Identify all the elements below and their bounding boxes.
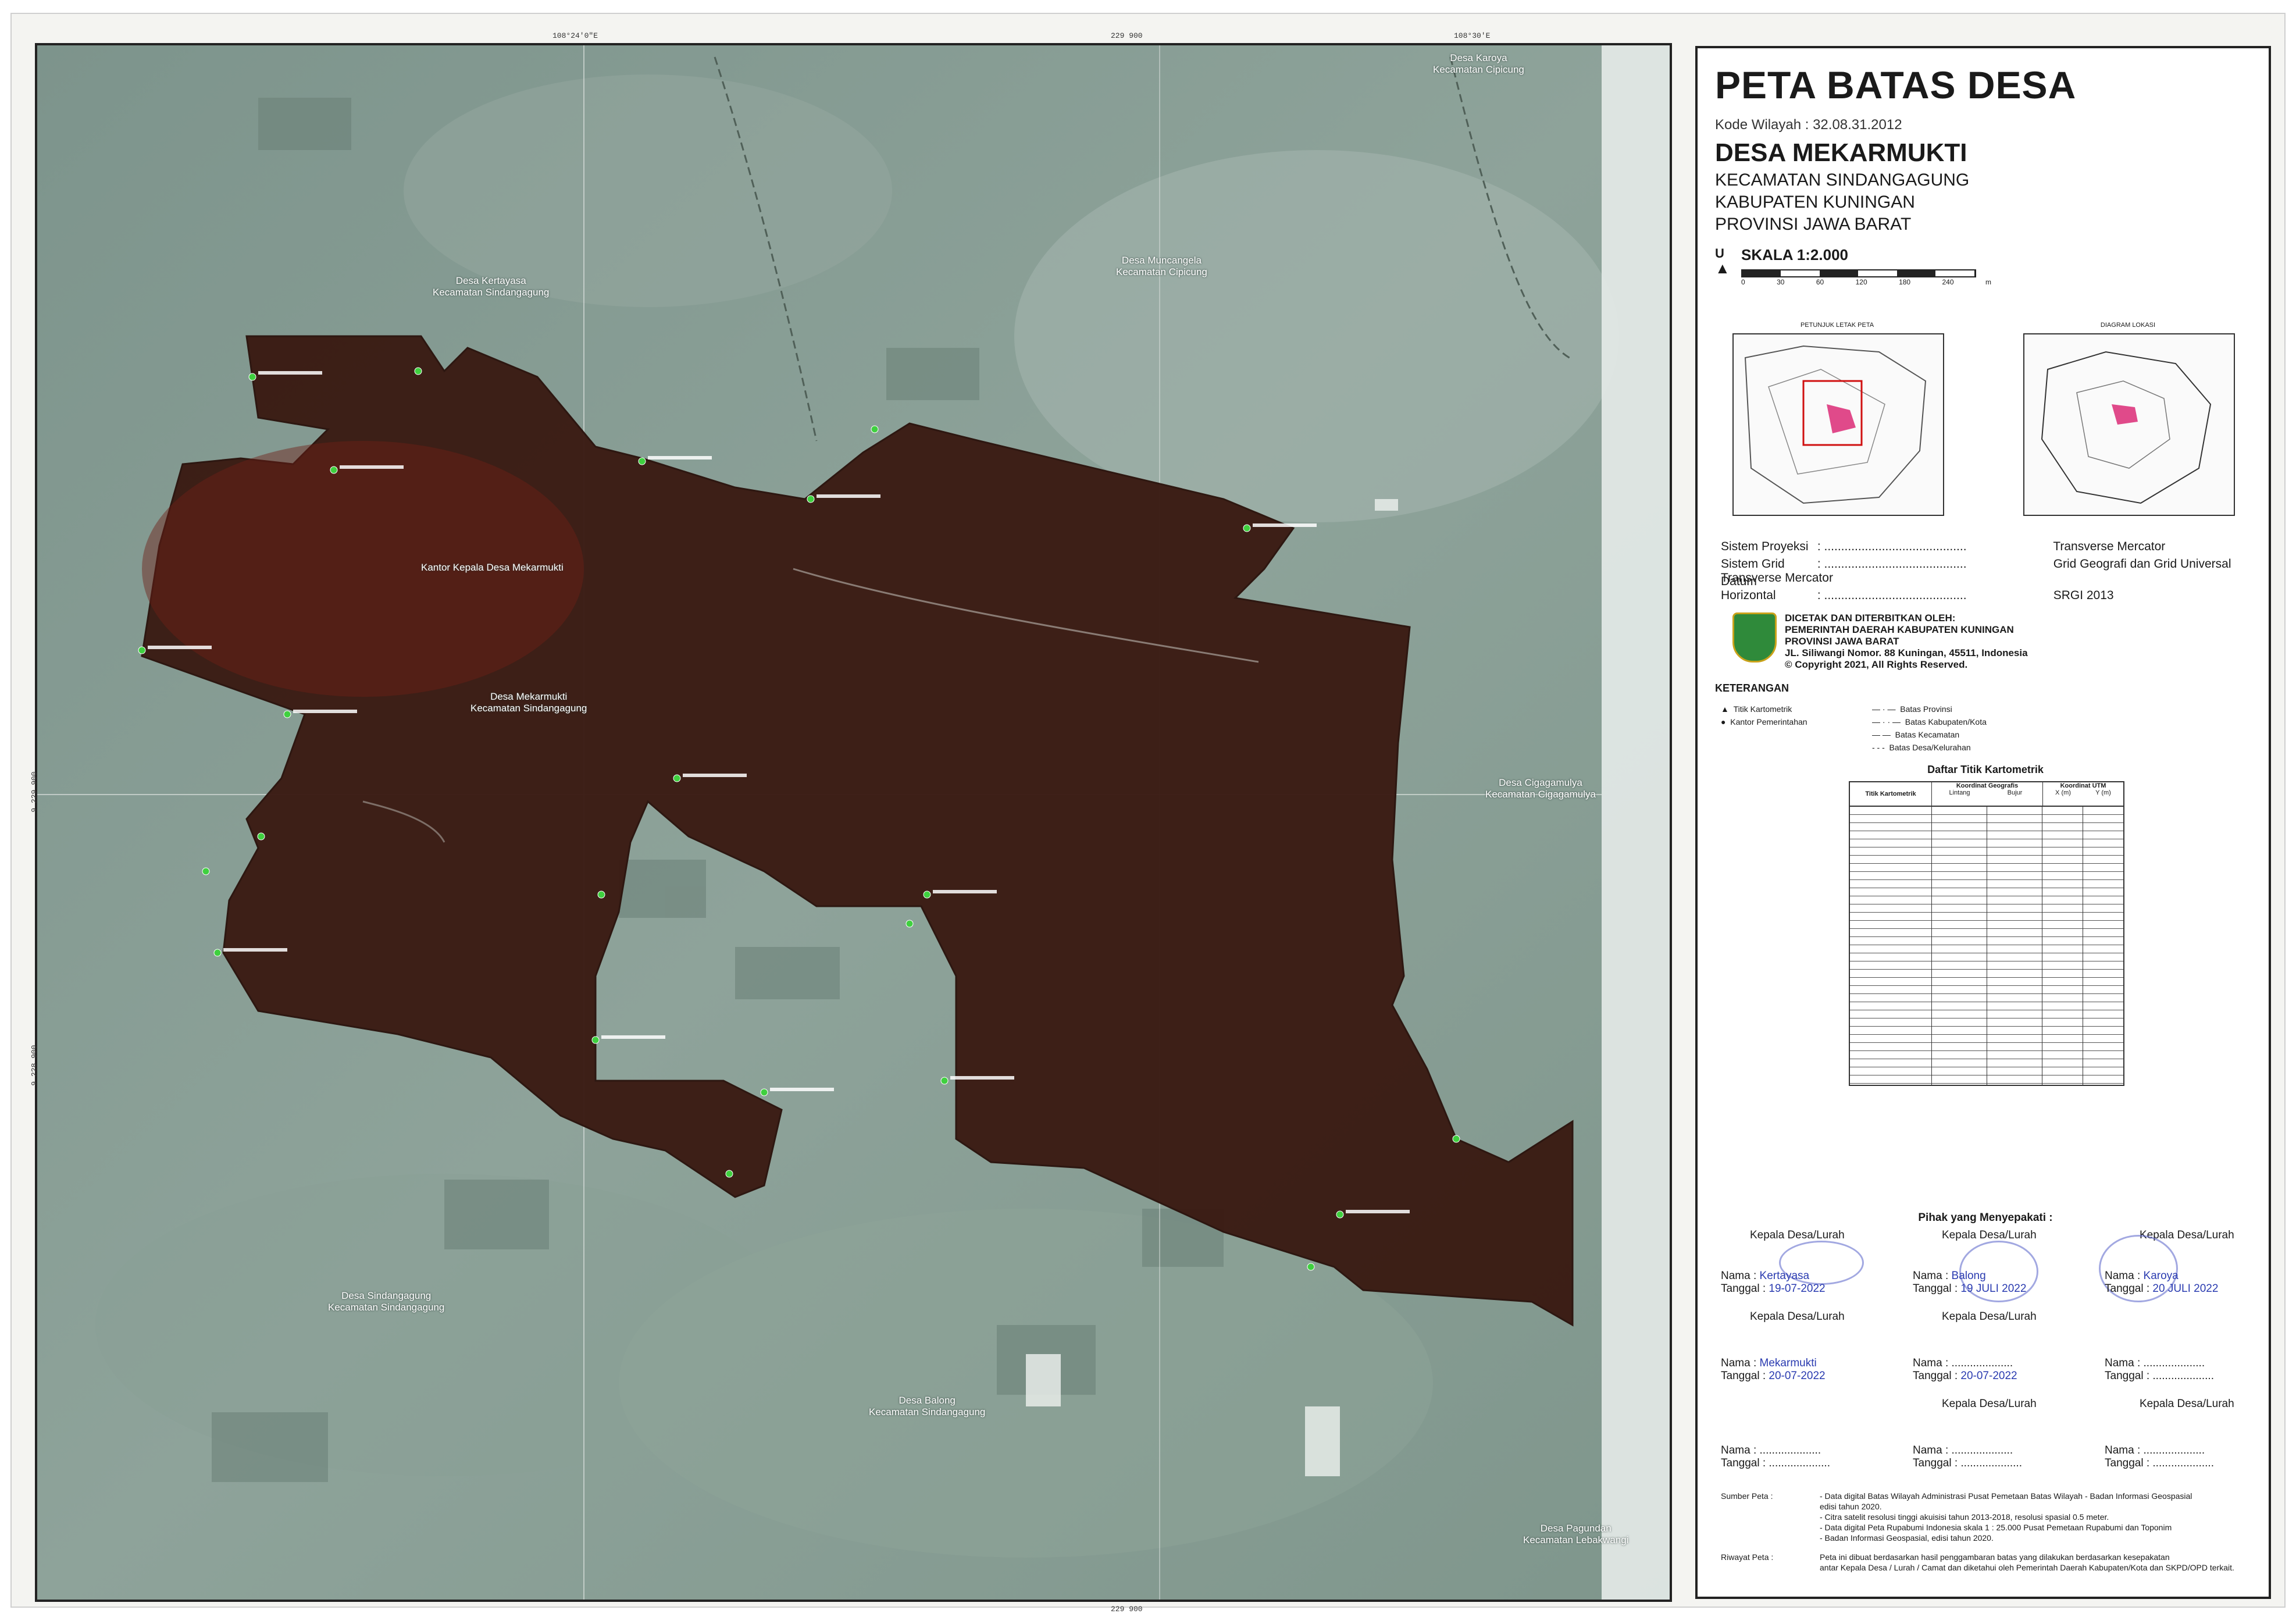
sign-role: Kepala Desa/Lurah (1750, 1229, 1845, 1241)
signatories-title: Pihak yang Menyepakati : (1918, 1212, 2053, 1224)
place-label: Desa Sindangagung Kecamatan Sindangagung (328, 1290, 445, 1313)
table-title: Daftar Titik Kartometrik (1927, 764, 2044, 775)
satellite-map (37, 45, 1670, 1600)
map-sheet: Desa Karoya Kecamatan Cipicung Desa Kerta… (10, 13, 2286, 1614)
sign-fields: Nama : .................... Tanggal : ..… (2105, 1357, 2214, 1382)
map-title: PETA BATAS DESA (1715, 63, 2077, 106)
place-label: Kantor Kepala Desa Mekarmukti (421, 562, 564, 573)
grid-tick: 9 228 900 (30, 1045, 39, 1086)
sign-fields: Nama : Karoya Tanggal : 20 JULI 2022 (2105, 1270, 2219, 1295)
inset-map-location (1732, 333, 1944, 516)
scale-bar (1741, 269, 1976, 277)
sign-fields: Nama : .................... Tanggal : ..… (1721, 1444, 1830, 1469)
inset-title: PETUNJUK LETAK PETA (1800, 322, 1874, 329)
grid-tick: 229 900 (1111, 1605, 1143, 1614)
place-label: Desa Mekarmukti Kecamatan Sindangagung (470, 691, 587, 714)
grid-tick: 9 229 900 (30, 771, 39, 813)
place-label: Desa Muncangela Kecamatan Cipicung (1116, 255, 1207, 277)
province-name: PROVINSI JAWA BARAT (1715, 215, 1912, 234)
inset-map-diagram (2023, 333, 2235, 516)
legend-title: KETERANGAN (1715, 682, 1789, 694)
north-arrow-icon: U ▲ (1715, 246, 1730, 277)
sign-role: Kepala Desa/Lurah (1942, 1229, 2037, 1241)
sign-fields: Nama : .................... Tanggal : ..… (1913, 1444, 2022, 1469)
place-label: Desa Cigagamulya Kecamatan Cigagamulya (1485, 777, 1596, 800)
legend-right: — · — Batas Provinsi — · · — Batas Kabup… (1872, 704, 1987, 752)
sign-fields: Nama : Mekarmukti Tanggal : 20-07-2022 (1721, 1357, 1826, 1382)
scale-label: SKALA 1:2.000 (1741, 246, 1848, 263)
source-block: Sumber Peta : - Data digital Batas Wilay… (1721, 1491, 2192, 1543)
sign-fields: Nama : Kertayasa Tanggal : 19-07-2022 (1721, 1270, 1826, 1295)
grid-tick: 108°24'0"E (552, 31, 598, 40)
history-block: Riwayat Peta : Peta ini dibuat berdasark… (1721, 1552, 2234, 1572)
regency-name: KABUPATEN KUNINGAN (1715, 193, 1915, 212)
sign-role: Kepala Desa/Lurah (1942, 1310, 2037, 1323)
place-label: Desa Karoya Kecamatan Cipicung (1433, 52, 1524, 75)
inset-title: DIAGRAM LOKASI (2100, 322, 2156, 329)
place-label: Desa Balong Kecamatan Sindangagung (869, 1395, 986, 1417)
info-row: Sistem Proyeksi : ......................… (1721, 540, 2166, 553)
emblem-logo (1732, 612, 1777, 663)
sign-fields: Nama : Balong Tanggal : 19 JULI 2022 (1913, 1270, 2027, 1295)
table-rows (1850, 807, 2123, 1085)
map-frame[interactable]: Desa Karoya Kecamatan Cipicung Desa Kerta… (35, 43, 1672, 1602)
place-label: Desa Pagundan Kecamatan Lebakwangi (1523, 1523, 1629, 1545)
place-label: Desa Kertayasa Kecamatan Sindangagung (433, 275, 550, 298)
village-name: DESA MEKARMUKTI (1715, 138, 1967, 167)
grid-tick: 229 900 (1111, 31, 1143, 40)
scale-ticks: 0 30 60 120 180 240 m (1741, 278, 1991, 286)
sign-fields: Nama : .................... Tanggal : ..… (2105, 1444, 2214, 1469)
table-header: Titik Kartometrik Koordinat Geografis Li… (1850, 782, 2123, 807)
legend-panel: PETA BATAS DESA Kode Wilayah : 32.08.31.… (1695, 46, 2271, 1599)
sign-role: Kepala Desa/Lurah (1750, 1310, 1845, 1323)
triangle-icon: ▲ (1721, 704, 1729, 714)
region-code: Kode Wilayah : 32.08.31.2012 (1715, 117, 1902, 133)
grid-tick: 108°30'E (1454, 31, 1491, 40)
info-row: Datum Horizontal : .....................… (1721, 575, 2114, 602)
coordinate-table: Titik Kartometrik Koordinat Geografis Li… (1849, 781, 2124, 1086)
publisher-block: DICETAK DAN DITERBITKAN OLEH: PEMERINTAH… (1785, 612, 2028, 670)
sign-role: Kepala Desa/Lurah (1942, 1398, 2037, 1410)
sign-fields: Nama : .................... Tanggal : 20… (1913, 1357, 2017, 1382)
dot-icon: ● (1721, 717, 1726, 726)
district-name: KECAMATAN SINDANGAGUNG (1715, 170, 1970, 190)
legend-left: ▲ Titik Kartometrik ● Kantor Pemerintaha… (1721, 704, 1807, 726)
sign-role: Kepala Desa/Lurah (2140, 1398, 2234, 1410)
